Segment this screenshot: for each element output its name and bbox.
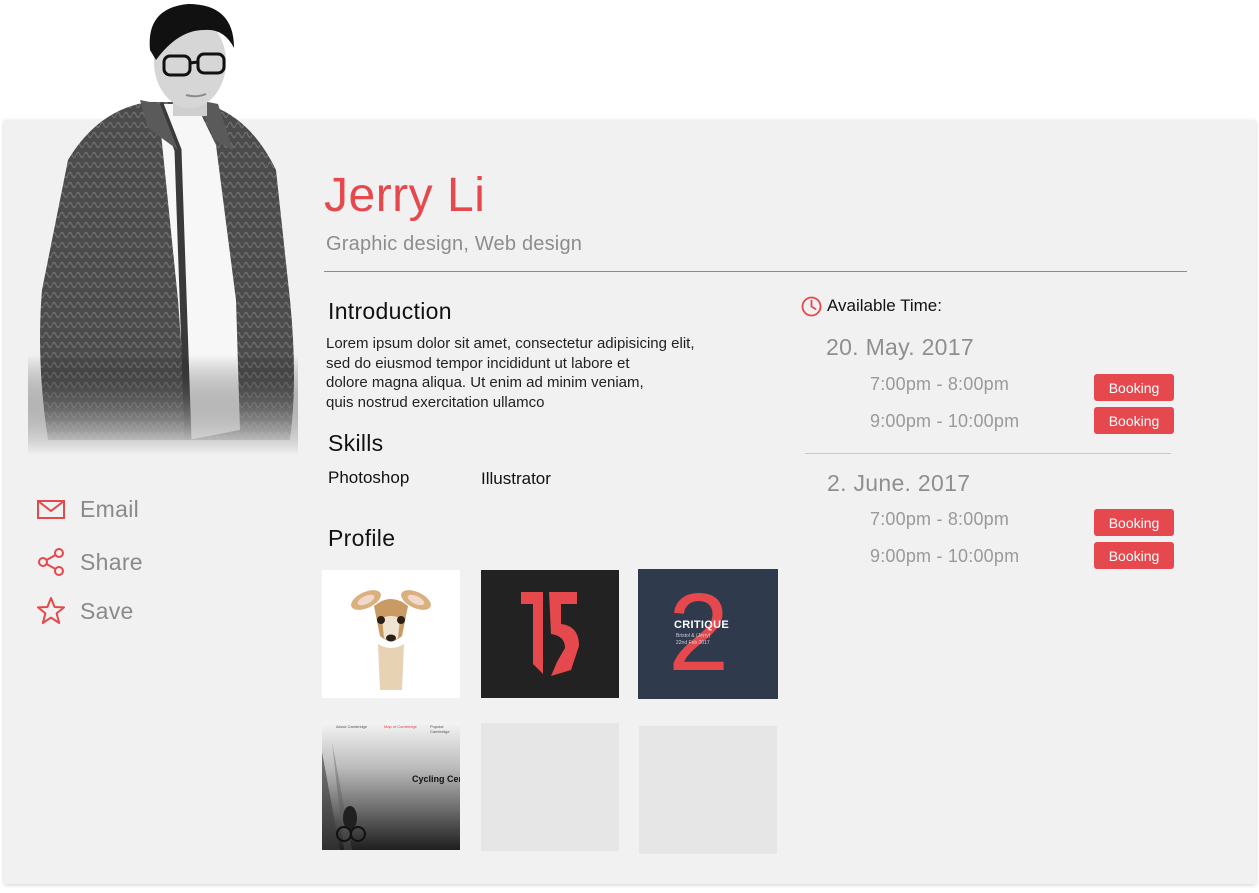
cycling-photo xyxy=(322,722,460,850)
time-slot: 9:00pm - 10:00pm xyxy=(870,546,1020,566)
skill-item: Illustrator xyxy=(481,469,551,488)
skills-heading: Skills xyxy=(328,430,384,456)
booking-button[interactable]: Booking xyxy=(1094,407,1174,434)
time-slot: 7:00pm - 8:00pm xyxy=(870,374,1010,394)
number-15-logo xyxy=(521,592,579,676)
clock-icon xyxy=(801,296,822,317)
deer-illustration xyxy=(351,590,431,690)
critique-small-2: 22nd Feb 2017 xyxy=(676,640,710,646)
cycling-nav-2: Map of Cambridge xyxy=(384,724,417,729)
portfolio-thumb-cycling[interactable]: About Cambridge Map of Cambridge Popular… xyxy=(322,722,460,850)
booking-button[interactable]: Booking xyxy=(1094,542,1174,569)
critique-title: CRITIQUE xyxy=(674,619,729,631)
save-label: Save xyxy=(80,597,134,624)
intro-line: Lorem ipsum dolor sit amet, consectetur … xyxy=(326,335,695,352)
booking-button[interactable]: Booking xyxy=(1094,374,1174,401)
introduction-heading: Introduction xyxy=(328,298,452,324)
portfolio-thumb-critique[interactable]: 2 CRITIQUE Bristol & (Jerry) 22nd Feb 20… xyxy=(638,569,778,699)
portfolio-heading: Profile xyxy=(328,525,396,551)
introduction-text: Lorem ipsum dolor sit amet, consectetur … xyxy=(326,334,756,412)
profile-photo xyxy=(28,0,298,455)
date-divider xyxy=(805,453,1171,454)
profile-subtitle: Graphic design, Web design xyxy=(326,233,583,255)
intro-line: dolore magna aliqua. Ut enim ad minim ve… xyxy=(326,374,644,391)
portfolio-thumb-empty xyxy=(481,723,619,851)
portfolio-thumb-deer[interactable] xyxy=(322,570,460,698)
header-divider xyxy=(324,271,1187,272)
intro-line: quis nostrud exercitation ullamco xyxy=(326,393,545,411)
email-label: Email xyxy=(80,495,140,522)
date-heading: 2. June. 2017 xyxy=(827,470,971,496)
cycling-nav-1: About Cambridge xyxy=(336,724,368,729)
booking-button[interactable]: Booking xyxy=(1094,509,1174,536)
skill-item: Photoshop xyxy=(328,468,410,487)
portfolio-thumb-empty xyxy=(639,726,777,854)
cycling-title: Cycling Central T xyxy=(412,774,460,784)
available-time-label: Available Time: xyxy=(827,296,942,315)
share-icon xyxy=(38,548,64,576)
portfolio-thumb-15[interactable] xyxy=(481,570,619,698)
envelope-icon xyxy=(37,500,65,519)
star-icon xyxy=(37,597,65,624)
save-action[interactable]: Save xyxy=(36,596,134,626)
email-action[interactable]: Email xyxy=(36,494,139,524)
time-slot: 9:00pm - 10:00pm xyxy=(870,411,1020,431)
time-slot: 7:00pm - 8:00pm xyxy=(870,509,1010,529)
cycling-nav-3: Popular Cambridge xyxy=(430,724,450,734)
profile-name: Jerry Li xyxy=(324,169,486,222)
date-heading: 20. May. 2017 xyxy=(826,334,974,360)
intro-line: sed do eiusmod tempor incididunt ut labo… xyxy=(326,354,630,372)
share-action[interactable]: Share xyxy=(36,547,143,577)
share-label: Share xyxy=(80,548,143,575)
critique-small-1: Bristol & (Jerry) xyxy=(676,633,711,639)
